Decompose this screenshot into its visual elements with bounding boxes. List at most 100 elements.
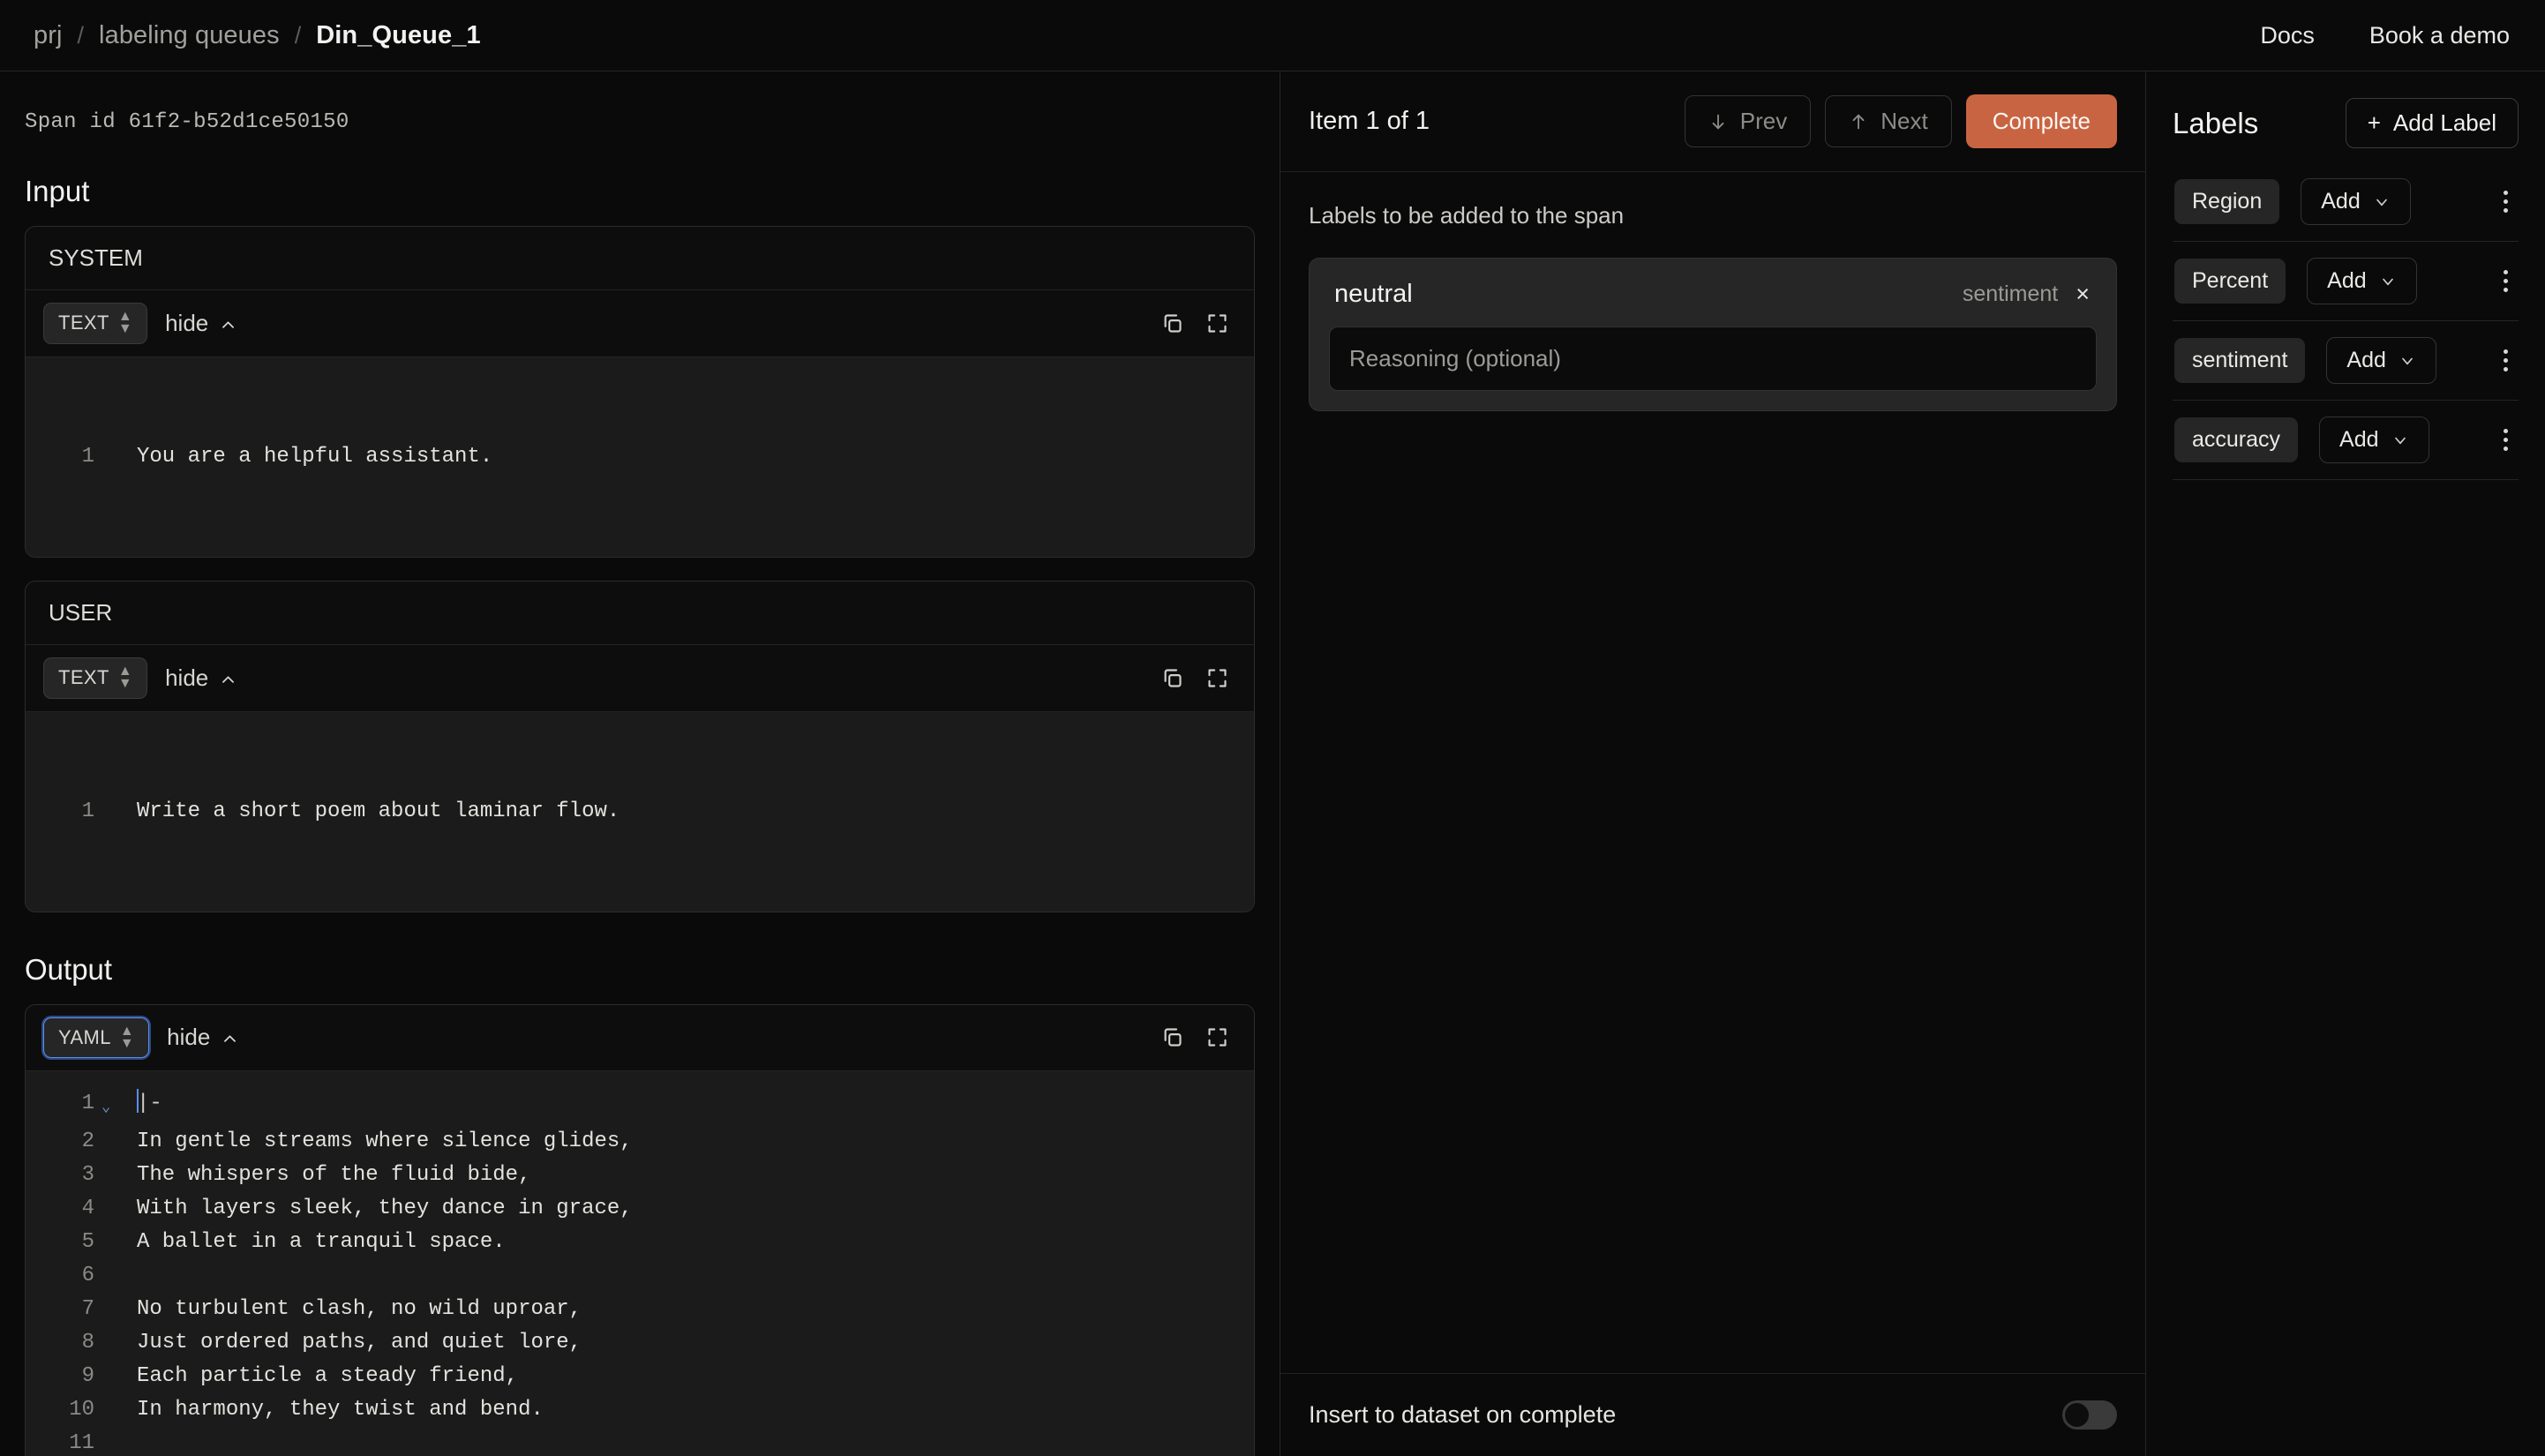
- label-add-dropdown-label: Add: [2339, 427, 2379, 452]
- hide-toggle-system-label: hide: [165, 309, 209, 336]
- line-text: A ballet in a tranquil space.: [137, 1230, 506, 1255]
- copy-icon[interactable]: [1159, 1024, 1186, 1051]
- label-row: Region Add: [2173, 162, 2519, 242]
- item-counter: Item 1 of 1: [1309, 107, 1430, 135]
- chevron-updown-icon: ▲ ▼: [117, 309, 133, 337]
- prev-button[interactable]: Prev: [1684, 95, 1812, 147]
- expand-fullscreen-icon[interactable]: [1204, 664, 1231, 692]
- docs-link[interactable]: Docs: [2260, 22, 2315, 49]
- label-add-dropdown[interactable]: Add: [2301, 178, 2411, 225]
- labeling-panel: Item 1 of 1 Prev Next Complete Labels to…: [1280, 71, 2146, 1456]
- line-text: With layers sleek, they dance in grace,: [137, 1197, 633, 1221]
- label-add-dropdown-label: Add: [2346, 348, 2386, 372]
- add-label-button[interactable]: + Add Label: [2345, 98, 2519, 148]
- message-card-user: USER TEXT ▲ ▼ hide 1 Write a short poem …: [25, 580, 1255, 912]
- close-icon[interactable]: ×: [2072, 281, 2093, 308]
- insert-dataset-toggle[interactable]: [2062, 1400, 2117, 1430]
- line-number: 9: [81, 1364, 94, 1389]
- labeling-queue-app: prj / labeling queues / Din_Queue_1 Docs…: [0, 0, 2545, 1456]
- more-options-icon[interactable]: [2495, 185, 2517, 218]
- complete-button[interactable]: Complete: [1965, 94, 2117, 148]
- copy-icon[interactable]: [1159, 310, 1186, 337]
- format-select-system[interactable]: TEXT ▲ ▼: [43, 303, 148, 344]
- chevron-updown-icon: ▲ ▼: [117, 663, 133, 692]
- output-section-title: Output: [25, 952, 113, 986]
- chevron-up-icon: [220, 317, 236, 334]
- line-number: 5: [81, 1230, 94, 1255]
- main-columns: Span id 61f2-b52d1ce50150 Input SYSTEM T…: [0, 71, 2545, 1456]
- top-bar: prj / labeling queues / Din_Queue_1 Docs…: [0, 0, 2545, 71]
- line-text: In gentle streams where silence glides,: [137, 1130, 633, 1154]
- line-number: 1: [81, 1092, 94, 1116]
- expand-fullscreen-icon[interactable]: [1204, 310, 1231, 337]
- output-code-area[interactable]: 1 ⌄ |- 2 In gentle streams where silence gli…: [26, 1071, 1254, 1456]
- book-demo-link[interactable]: Book a demo: [2369, 22, 2510, 49]
- label-add-dropdown[interactable]: Add: [2307, 258, 2417, 304]
- hide-toggle-output-label: hide: [167, 1024, 211, 1051]
- arrow-down-icon: [1708, 112, 1728, 131]
- chevron-down-icon: [2399, 352, 2416, 370]
- line-number: 2: [81, 1130, 94, 1154]
- code-line: 1 ⌄ |-: [26, 1087, 1254, 1125]
- fold-gutter: [101, 1192, 121, 1197]
- breadcrumb-separator-2: /: [294, 21, 302, 49]
- fold-gutter: [101, 1393, 121, 1398]
- more-options-icon[interactable]: [2495, 344, 2517, 377]
- label-add-dropdown[interactable]: Add: [2319, 417, 2429, 463]
- fold-gutter: [101, 1125, 121, 1130]
- line-number: 8: [81, 1331, 94, 1355]
- message-toolbar-system: TEXT ▲ ▼ hide: [26, 290, 1254, 357]
- format-select-user[interactable]: TEXT ▲ ▼: [43, 657, 148, 699]
- line-number: 3: [81, 1163, 94, 1188]
- hide-toggle-user[interactable]: hide: [165, 664, 236, 692]
- toggle-knob: [2065, 1403, 2089, 1427]
- code-line: 9 Each particle a steady friend,: [26, 1360, 1254, 1393]
- message-code-system[interactable]: 1 You are a helpful assistant.: [26, 356, 1254, 557]
- next-button[interactable]: Next: [1825, 95, 1952, 147]
- label-add-dropdown[interactable]: Add: [2326, 337, 2436, 384]
- copy-icon[interactable]: [1159, 664, 1186, 692]
- line-number: 6: [81, 1264, 94, 1288]
- expand-fullscreen-icon[interactable]: [1204, 1024, 1231, 1051]
- format-select-system-value: TEXT: [58, 311, 109, 334]
- insert-dataset-label: Insert to dataset on complete: [1309, 1401, 1617, 1428]
- pending-label-kind: sentiment: [1962, 281, 2059, 306]
- labels-panel-header: Labels + Add Label: [2173, 71, 2519, 162]
- line-number: 7: [81, 1297, 94, 1322]
- labels-panel-title: Labels: [2173, 106, 2259, 139]
- yaml-block-indicator: |-: [137, 1092, 162, 1116]
- chevron-up-icon: [221, 1031, 238, 1047]
- reasoning-input[interactable]: [1329, 326, 2097, 391]
- message-code-user[interactable]: 1 Write a short poem about laminar flow.: [26, 711, 1254, 912]
- labeling-panel-footer: Insert to dataset on complete: [1280, 1373, 2145, 1456]
- label-rows: Region Add Percent Add sentiment Add accuracy A…: [2173, 162, 2519, 480]
- line-text: You are a helpful assistant.: [137, 444, 493, 469]
- fold-gutter: [101, 1326, 121, 1331]
- line-text: Each particle a steady friend,: [137, 1364, 519, 1389]
- hide-toggle-system[interactable]: hide: [165, 310, 236, 337]
- format-select-output[interactable]: YAML ▲ ▼: [43, 1017, 150, 1059]
- line-text: Write a short poem about laminar flow.: [137, 799, 620, 823]
- breadcrumb: prj / labeling queues / Din_Queue_1: [34, 21, 481, 50]
- span-id-text: Span id 61f2-b52d1ce50150: [25, 110, 349, 134]
- fold-gutter: [101, 1293, 121, 1297]
- line-text: |-: [121, 1087, 1254, 1121]
- label-tag: Percent: [2174, 259, 2286, 304]
- message-role-user: USER: [26, 582, 1254, 645]
- hide-toggle-output[interactable]: hide: [167, 1024, 238, 1051]
- chevron-down-icon: [2391, 432, 2409, 449]
- breadcrumb-queue-name: Din_Queue_1: [316, 20, 481, 49]
- labels-to-add-hint: Labels to be added to the span: [1309, 202, 1625, 229]
- label-row: sentiment Add: [2173, 321, 2519, 401]
- label-tag: Region: [2174, 179, 2280, 224]
- fold-collapse-icon[interactable]: ⌄: [101, 1087, 121, 1125]
- more-options-icon[interactable]: [2495, 265, 2517, 297]
- more-options-icon[interactable]: [2495, 424, 2517, 456]
- labeling-panel-body: Labels to be added to the span neutral s…: [1280, 172, 2145, 1373]
- line-number: 4: [81, 1197, 94, 1221]
- breadcrumb-labeling-queues[interactable]: labeling queues: [99, 21, 280, 50]
- chevron-down-icon: [2379, 273, 2397, 290]
- breadcrumb-project[interactable]: prj: [34, 21, 63, 50]
- code-line: 11: [26, 1427, 1254, 1456]
- add-label-button-label: Add Label: [2392, 109, 2496, 136]
